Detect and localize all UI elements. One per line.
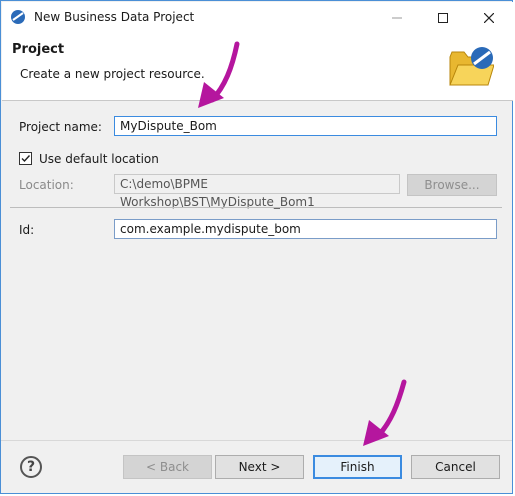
cancel-button[interactable]: Cancel — [411, 455, 500, 479]
minimize-icon — [392, 17, 402, 18]
dialog-window: New Business Data Project Project Create… — [0, 0, 513, 494]
separator — [10, 207, 502, 208]
new-project-folder-icon — [449, 47, 494, 86]
id-input[interactable]: com.example.mydispute_bom — [114, 219, 497, 239]
help-icon: ? — [26, 459, 36, 475]
use-default-location-checkbox[interactable] — [19, 152, 32, 165]
id-label: Id: — [19, 223, 35, 237]
finish-button[interactable]: Finish — [313, 455, 402, 479]
page-description: Create a new project resource. — [20, 67, 205, 81]
next-button[interactable]: Next > — [215, 455, 304, 479]
checkmark-icon — [21, 155, 31, 163]
use-default-location-label[interactable]: Use default location — [39, 152, 159, 166]
footer-separator — [1, 440, 512, 441]
minimize-button[interactable] — [374, 3, 420, 32]
close-button[interactable] — [466, 3, 512, 32]
project-name-input[interactable]: MyDispute_Bom — [114, 116, 497, 136]
annotation-arrow-bottom-icon — [363, 379, 407, 446]
annotation-arrow-top-icon — [198, 41, 240, 108]
page-title: Project — [12, 42, 65, 57]
eclipse-app-icon — [11, 10, 25, 24]
title-bar: New Business Data Project — [2, 2, 513, 32]
help-button[interactable]: ? — [20, 456, 42, 478]
location-input[interactable]: C:\demo\BPME Workshop\BST\MyDispute_Bom1 — [114, 174, 400, 209]
browse-button[interactable]: Browse... — [407, 174, 497, 196]
wizard-header: Project Create a new project resource. — [2, 32, 513, 101]
project-name-label: Project name: — [19, 120, 102, 134]
location-label: Location: — [19, 178, 74, 192]
maximize-icon — [438, 12, 448, 23]
window-title: New Business Data Project — [34, 10, 195, 24]
back-button[interactable]: < Back — [123, 455, 212, 479]
close-icon — [484, 12, 494, 23]
maximize-button[interactable] — [420, 3, 466, 32]
